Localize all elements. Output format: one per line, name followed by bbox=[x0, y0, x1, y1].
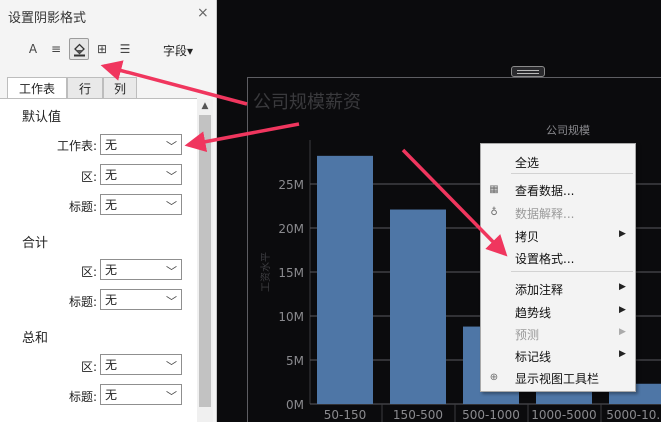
menu-item-label: 趋势线 bbox=[515, 306, 552, 320]
chevron-down-icon: ﹀ bbox=[166, 140, 177, 153]
tab-worksheet[interactable]: 工作表 bbox=[7, 77, 67, 99]
grand-total-area-label: 区: bbox=[80, 360, 97, 374]
scrollbar-thumb[interactable] bbox=[199, 115, 211, 407]
select-value: 无 bbox=[105, 138, 118, 152]
y-tick-label: 20M bbox=[278, 222, 304, 236]
chevron-down-icon: ﹀ bbox=[166, 170, 177, 183]
section-default-title: 默认值 bbox=[22, 110, 62, 125]
menu-item[interactable]: 添加注释 ▶ bbox=[481, 278, 635, 300]
default-header-label: 标题: bbox=[68, 200, 97, 214]
total-area-select[interactable]: 无 ﹀ bbox=[100, 259, 182, 280]
data-grid-icon: ▦ bbox=[489, 183, 499, 195]
format-shading-pane: 设置阴影格式 × A ≡ ⊞ ☰ 字段▾ 工作表 行 列 默认值 工作表: 无 … bbox=[0, 0, 217, 422]
pane-scrollbar[interactable]: ▲ bbox=[197, 99, 213, 422]
menu-item: ♁ 数据解释... bbox=[481, 202, 635, 224]
grand-total-header-select[interactable]: 无 ﹀ bbox=[100, 384, 182, 405]
y-axis-label: 工资水平 bbox=[260, 252, 272, 292]
field-dropdown[interactable]: 字段▾ bbox=[163, 42, 193, 59]
select-value: 无 bbox=[105, 168, 118, 182]
default-area-label: 区: bbox=[80, 170, 97, 184]
lines-format-icon[interactable]: ☰ bbox=[115, 38, 135, 60]
menu-item[interactable]: 全选 bbox=[481, 151, 635, 173]
submenu-arrow-icon: ▶ bbox=[619, 327, 626, 337]
lightbulb-icon: ♁ bbox=[490, 206, 498, 218]
section-grand-total-title: 总和 bbox=[22, 331, 49, 346]
bar bbox=[317, 155, 373, 404]
submenu-arrow-icon: ▶ bbox=[619, 229, 626, 239]
y-tick-label: 25M bbox=[278, 178, 304, 192]
y-tick-label: 10M bbox=[278, 310, 304, 324]
submenu-arrow-icon: ▶ bbox=[619, 349, 626, 359]
submenu-arrow-icon: ▶ bbox=[619, 305, 626, 315]
y-tick-label: 5M bbox=[286, 354, 304, 368]
chevron-down-icon: ﹀ bbox=[166, 295, 177, 308]
menu-separator bbox=[511, 173, 633, 174]
menu-item[interactable]: ⊕ 显示视图工具栏 bbox=[481, 367, 635, 389]
paint-bucket-icon bbox=[73, 43, 85, 56]
menu-item-label: 添加注释 bbox=[515, 283, 564, 297]
menu-item-label: 显示视图工具栏 bbox=[515, 372, 600, 386]
column-header-label: 公司规模 bbox=[546, 123, 590, 137]
x-tick-label: 5000-10... bbox=[606, 408, 661, 422]
x-tick-label: 50-150 bbox=[324, 408, 367, 422]
pane-title: 设置阴影格式 bbox=[8, 11, 87, 26]
y-tick-label: 0M bbox=[286, 398, 304, 412]
total-header-select[interactable]: 无 ﹀ bbox=[100, 289, 182, 310]
tab-columns[interactable]: 列 bbox=[103, 77, 137, 98]
x-tick-label: 500-1000 bbox=[462, 408, 520, 422]
menu-item: 预测 ▶ bbox=[481, 323, 635, 345]
worksheet-shading-label: 工作表: bbox=[56, 139, 97, 153]
menu-item-label: 标记线 bbox=[515, 350, 552, 364]
chevron-down-icon: ﹀ bbox=[166, 390, 177, 403]
menu-separator bbox=[511, 271, 633, 272]
format-settings: 默认值 工作表: 无 ﹀ 区: 无 ﹀ 标题: 无 ﹀ 合计 区: 无 ﹀ 标题… bbox=[0, 99, 197, 422]
select-value: 无 bbox=[105, 263, 118, 277]
zoom-icon: ⊕ bbox=[489, 371, 499, 383]
menu-item-label: 拷贝 bbox=[515, 230, 540, 244]
menu-item-label: 查看数据... bbox=[515, 184, 575, 198]
close-icon[interactable]: × bbox=[197, 5, 209, 21]
borders-format-icon[interactable]: ⊞ bbox=[92, 38, 112, 60]
chevron-down-icon: ﹀ bbox=[166, 265, 177, 278]
select-value: 无 bbox=[105, 198, 118, 212]
chevron-down-icon: ﹀ bbox=[166, 200, 177, 213]
default-header-select[interactable]: 无 ﹀ bbox=[100, 194, 182, 215]
x-tick-label: 150-500 bbox=[393, 408, 443, 422]
context-menu: 全选 ▦ 查看数据... ♁ 数据解释... 拷贝 ▶ 设置格式... 添加注释 ▶ 趋势线 ▶ 预测 ▶… bbox=[480, 143, 636, 392]
menu-item[interactable]: 拷贝 ▶ bbox=[481, 225, 635, 247]
submenu-arrow-icon: ▶ bbox=[619, 282, 626, 292]
bar bbox=[390, 209, 446, 404]
worksheet-shading-select[interactable]: 无 ﹀ bbox=[100, 134, 182, 155]
scroll-up-icon[interactable]: ▲ bbox=[197, 99, 213, 113]
total-area-label: 区: bbox=[80, 265, 97, 279]
section-total-title: 合计 bbox=[22, 236, 49, 251]
menu-item-label: 设置格式... bbox=[515, 252, 575, 266]
shading-format-icon[interactable] bbox=[69, 38, 89, 60]
format-toolbar: A ≡ ⊞ ☰ 字段▾ bbox=[0, 38, 217, 64]
total-header-label: 标题: bbox=[68, 295, 97, 309]
y-tick-label: 15M bbox=[278, 266, 304, 280]
alignment-format-icon[interactable]: ≡ bbox=[46, 38, 66, 60]
menu-item[interactable]: 趋势线 ▶ bbox=[481, 301, 635, 323]
menu-item-label: 预测 bbox=[515, 328, 540, 342]
menu-item[interactable]: ▦ 查看数据... bbox=[481, 179, 635, 201]
grand-total-header-label: 标题: bbox=[68, 390, 97, 404]
select-value: 无 bbox=[105, 388, 118, 402]
menu-item-label: 数据解释... bbox=[515, 207, 575, 221]
x-tick-label: 1000-5000 bbox=[531, 408, 596, 422]
select-value: 无 bbox=[105, 358, 118, 372]
tab-rows[interactable]: 行 bbox=[67, 77, 103, 98]
menu-item-label: 全选 bbox=[515, 156, 540, 170]
font-format-icon[interactable]: A bbox=[23, 38, 43, 60]
chevron-down-icon: ﹀ bbox=[166, 360, 177, 373]
default-area-select[interactable]: 无 ﹀ bbox=[100, 164, 182, 185]
select-value: 无 bbox=[105, 293, 118, 307]
menu-item[interactable]: 设置格式... bbox=[481, 247, 635, 269]
grand-total-area-select[interactable]: 无 ﹀ bbox=[100, 354, 182, 375]
menu-item[interactable]: 标记线 ▶ bbox=[481, 345, 635, 367]
